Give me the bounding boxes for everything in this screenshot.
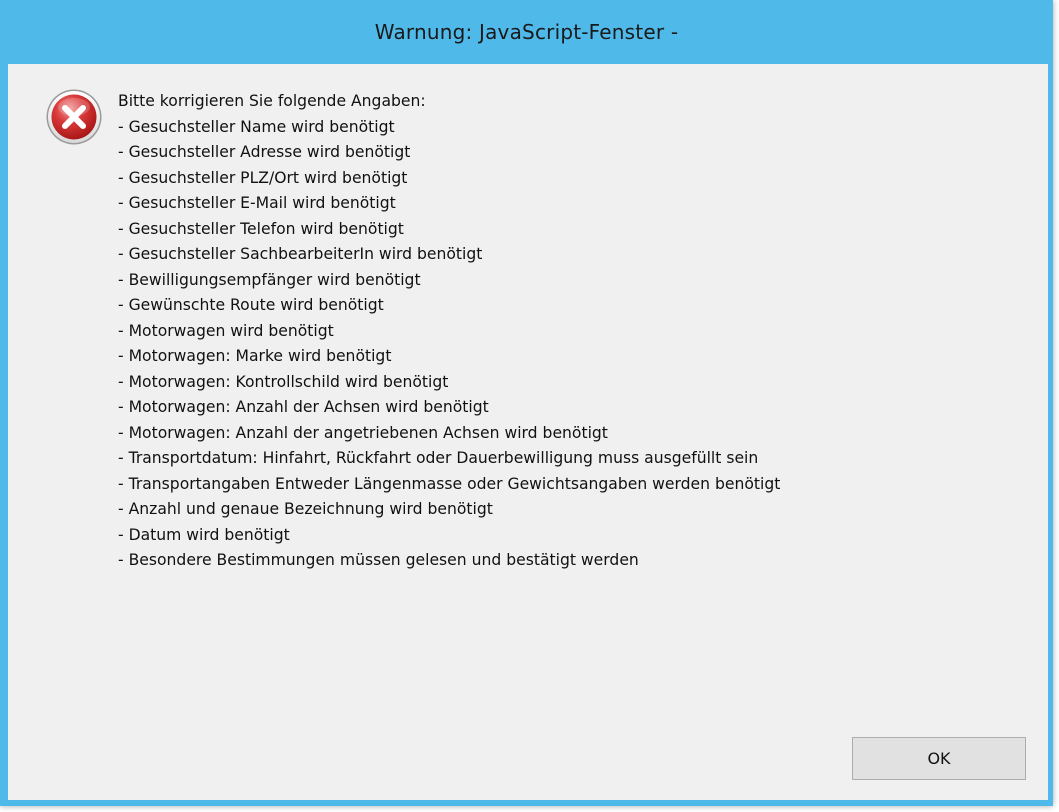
- error-item: - Motorwagen: Anzahl der Achsen wird ben…: [118, 398, 489, 416]
- error-item: - Anzahl und genaue Bezeichnung wird ben…: [118, 500, 493, 518]
- error-item: - Gesuchsteller SachbearbeiterIn wird be…: [118, 245, 483, 263]
- message-heading: Bitte korrigieren Sie folgende Angaben:: [118, 92, 426, 110]
- error-item: - Gesuchsteller Name wird benötigt: [118, 117, 395, 136]
- error-item: - Transportangaben Entweder Längenmasse …: [118, 474, 781, 493]
- error-item: - Gesuchsteller E-Mail wird benötigt: [118, 194, 396, 212]
- error-item: - Gesuchsteller Adresse wird benötigt: [118, 143, 411, 161]
- error-item: - Motorwagen: Kontrollschild wird benöti…: [118, 372, 449, 391]
- ok-button[interactable]: OK: [852, 737, 1026, 780]
- error-item: - Gewünschte Route wird benötigt: [118, 296, 384, 314]
- error-item: - Gesuchsteller PLZ/Ort wird benötigt: [118, 168, 408, 187]
- error-item: - Besondere Bestimmungen müssen gelesen …: [118, 551, 639, 569]
- error-item: - Motorwagen: Marke wird benötigt: [118, 347, 392, 365]
- title-bar[interactable]: Warnung: JavaScript-Fenster -: [0, 0, 1053, 64]
- error-icon: [45, 88, 103, 146]
- dialog-body: Bitte korrigieren Sie folgende Angaben: …: [8, 64, 1048, 800]
- dialog-window: Warnung: JavaScript-Fenster - Bitte korr…: [0, 0, 1053, 806]
- error-item: - Bewilligungsempfänger wird benötigt: [118, 270, 421, 289]
- error-message: Bitte korrigieren Sie folgende Angaben: …: [118, 89, 1038, 574]
- error-item: - Motorwagen wird benötigt: [118, 321, 334, 340]
- error-item: - Datum wird benötigt: [118, 525, 290, 544]
- error-item: - Transportdatum: Hinfahrt, Rückfahrt od…: [118, 449, 759, 467]
- window-title: Warnung: JavaScript-Fenster -: [374, 20, 679, 44]
- error-item: - Motorwagen: Anzahl der angetriebenen A…: [118, 423, 608, 442]
- error-item: - Gesuchsteller Telefon wird benötigt: [118, 219, 404, 238]
